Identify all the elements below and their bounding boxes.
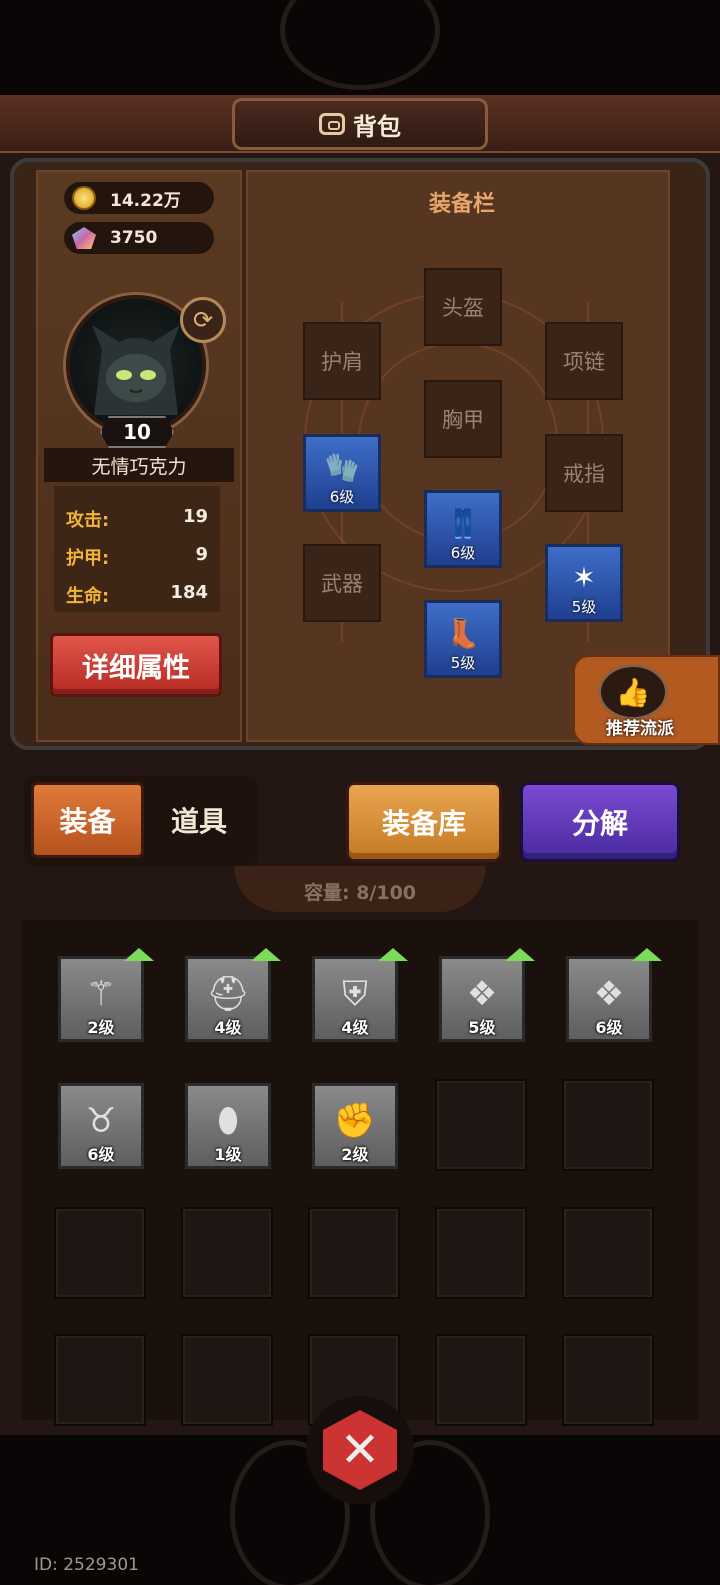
stat-armor: 护甲: 9 <box>66 544 208 570</box>
item-level: 5级 <box>571 598 597 616</box>
staff-icon: ⚚ <box>85 974 117 1014</box>
empty-slot[interactable] <box>562 1334 654 1426</box>
voodoo-doll-icon: ✶ <box>572 561 596 594</box>
viking-helmet-icon: ♉ <box>85 1101 117 1141</box>
slot-ring[interactable]: 戒指 <box>545 434 623 512</box>
empty-slot[interactable] <box>54 1334 146 1426</box>
stat-health: 生命: 184 <box>66 582 208 608</box>
slot-accessory[interactable]: ✶ 5级 <box>545 544 623 622</box>
slot-weapon[interactable]: 武器 <box>303 544 381 622</box>
inventory-item[interactable]: ❖ 5级 <box>439 956 525 1042</box>
inventory-item[interactable]: ⬮ 1级 <box>185 1083 271 1169</box>
item-level: 6级 <box>595 1018 623 1037</box>
inventory-item[interactable]: ♉ 6级 <box>58 1083 144 1169</box>
gold-amount: 14.22万 <box>110 190 181 211</box>
item-level: 5级 <box>450 654 476 672</box>
horned-helmet-icon: ⛑ <box>206 974 250 1014</box>
item-level: 2级 <box>341 1145 369 1164</box>
gem-amount: 3750 <box>110 228 158 248</box>
empty-slot[interactable] <box>435 1334 527 1426</box>
stats-box: 攻击: 19 护甲: 9 生命: 184 <box>54 486 220 612</box>
gem-counter: 3750 <box>64 222 214 254</box>
item-level: 2级 <box>87 1018 115 1037</box>
stat-label: 攻击: <box>66 510 110 531</box>
slot-necklace[interactable]: 项链 <box>545 322 623 400</box>
equipment-library-button[interactable]: 装备库 <box>346 782 502 862</box>
upgrade-arrow-icon <box>505 948 535 961</box>
stat-value: 184 <box>170 582 208 603</box>
upgrade-arrow-icon <box>124 948 154 961</box>
user-id: ID: 2529301 <box>34 1555 139 1575</box>
empty-slot[interactable] <box>435 1207 527 1299</box>
hero-level: 10 <box>100 416 174 448</box>
inventory-item[interactable]: ❖ 6级 <box>566 956 652 1042</box>
slot-helmet[interactable]: 头盔 <box>424 268 502 346</box>
stat-label: 护甲: <box>66 548 110 569</box>
stat-value: 19 <box>182 506 208 527</box>
hero-name: 无情巧克力 <box>44 448 234 482</box>
stat-label: 生命: <box>66 586 110 607</box>
gem-icon <box>72 227 96 249</box>
empty-slot[interactable] <box>308 1207 400 1299</box>
inventory-item[interactable]: ✊ 2级 <box>312 1083 398 1169</box>
refresh-icon[interactable]: ⟳ <box>180 297 226 343</box>
recommend-build-label: 推荐流派 <box>606 719 674 739</box>
detail-attributes-button[interactable]: 详细属性 <box>50 633 222 697</box>
page-title: 背包 <box>353 112 401 141</box>
item-level: 4级 <box>214 1018 242 1037</box>
hooded-cat-icon <box>92 325 180 415</box>
slot-shoulder[interactable]: 护肩 <box>303 322 381 400</box>
gauntlet-icon: ✊ <box>333 1101 377 1141</box>
equipment-title: 装备栏 <box>428 192 495 217</box>
egg-icon: ⬮ <box>217 1101 239 1141</box>
gold-counter: 14.22万 <box>64 182 214 214</box>
amulet-icon: ❖ <box>466 974 498 1014</box>
empty-slot[interactable] <box>54 1207 146 1299</box>
thumbs-up-icon: 👍 <box>598 664 668 720</box>
item-level: 4级 <box>341 1018 369 1037</box>
ornament-top <box>280 0 440 90</box>
empty-slot[interactable] <box>562 1079 654 1171</box>
tab-items[interactable]: 道具 <box>146 782 252 858</box>
item-level: 5级 <box>468 1018 496 1037</box>
knight-helmet-icon: ⛨ <box>342 974 368 1014</box>
gold-coin-icon <box>72 186 96 210</box>
upgrade-arrow-icon <box>251 948 281 961</box>
amulet-icon: ❖ <box>593 974 625 1014</box>
inventory-item[interactable]: ⚚ 2级 <box>58 956 144 1042</box>
boots-icon: 👢 <box>445 617 481 650</box>
inventory-item[interactable]: ⛑ 4级 <box>185 956 271 1042</box>
slot-gloves[interactable]: 🧤 6级 <box>303 434 381 512</box>
crossed-swords-icon: ✕ <box>323 1410 397 1490</box>
capacity-value: 8/100 <box>356 882 417 904</box>
item-level: 6级 <box>450 544 476 562</box>
empty-slot[interactable] <box>562 1207 654 1299</box>
slot-chest[interactable]: 胸甲 <box>424 380 502 458</box>
stat-attack: 攻击: 19 <box>66 506 208 532</box>
capacity: 容量: 8/100 <box>234 878 486 905</box>
item-level: 1级 <box>214 1145 242 1164</box>
slot-boots[interactable]: 👢 5级 <box>424 600 502 678</box>
upgrade-arrow-icon <box>632 948 662 961</box>
title-plate: 背包 <box>232 98 488 150</box>
slot-pants[interactable]: 👖 6级 <box>424 490 502 568</box>
backpack-icon <box>319 113 345 135</box>
empty-slot[interactable] <box>181 1207 273 1299</box>
item-level: 6级 <box>329 488 355 506</box>
upgrade-arrow-icon <box>378 948 408 961</box>
capacity-label: 容量: <box>303 882 350 904</box>
item-level: 6级 <box>87 1145 115 1164</box>
pants-icon: 👖 <box>445 507 481 540</box>
close-badge[interactable]: ✕ <box>306 1396 414 1504</box>
empty-slot[interactable] <box>181 1334 273 1426</box>
decompose-button[interactable]: 分解 <box>520 782 680 862</box>
gauntlet-icon: 🧤 <box>324 451 360 484</box>
empty-slot[interactable] <box>435 1079 527 1171</box>
tab-equipment[interactable]: 装备 <box>31 782 144 858</box>
inventory-item[interactable]: ⛨ 4级 <box>312 956 398 1042</box>
stat-value: 9 <box>195 544 208 565</box>
